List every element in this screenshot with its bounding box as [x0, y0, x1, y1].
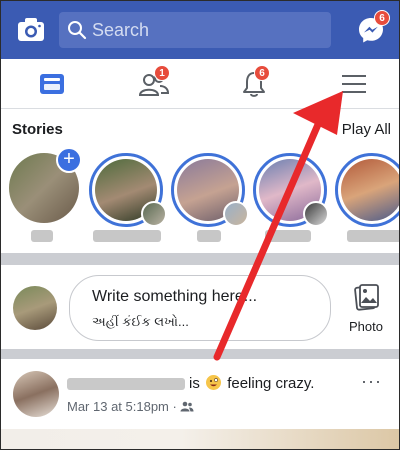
hamburger-menu-icon: [337, 75, 371, 105]
story-mini-avatar: [141, 201, 167, 227]
stories-header: Stories Play All: [1, 109, 399, 149]
post-more-options[interactable]: ···: [361, 371, 382, 392]
post-meta: Mar 13 at 5:18pm ·: [67, 399, 194, 414]
camera-icon[interactable]: [17, 17, 45, 43]
tab-bar: 1 6: [1, 59, 399, 109]
tab-friends[interactable]: 1: [137, 65, 171, 101]
bell-icon: [237, 72, 271, 105]
add-story-icon[interactable]: +: [56, 147, 82, 173]
search-placeholder: Search: [92, 20, 150, 40]
story-name-blurred: [265, 230, 311, 242]
post-header: is feeling crazy.: [67, 375, 314, 392]
story-name-blurred: [93, 230, 161, 242]
play-all-link[interactable]: Play All: [342, 121, 391, 138]
story-mini-avatar: [223, 201, 249, 227]
section-divider: [1, 253, 399, 265]
post-image[interactable]: [1, 429, 399, 449]
story-name-blurred: [31, 230, 53, 242]
tab-menu[interactable]: [337, 67, 371, 101]
feeling-crazy-emoji-icon: [206, 375, 222, 390]
search-icon: [67, 20, 87, 40]
messenger-icon: [357, 18, 385, 48]
notifications-badge: 6: [254, 65, 270, 81]
story-name-blurred: [347, 230, 399, 242]
post-timestamp[interactable]: Mar 13 at 5:18pm: [67, 399, 169, 414]
friends-audience-icon: [180, 399, 194, 414]
composer-input[interactable]: Write something here... અહીં કંઈક લખો...: [69, 275, 331, 341]
messenger-badge: 6: [374, 10, 390, 26]
photo-label: Photo: [349, 319, 383, 334]
post-author-avatar[interactable]: [13, 371, 59, 417]
post-author-name-blurred[interactable]: [67, 378, 185, 391]
composer-placeholder: Write something here...: [92, 288, 258, 305]
composer-placeholder-gujarati: અહીં કંઈક લખો...: [92, 314, 189, 329]
composer-avatar[interactable]: [13, 286, 57, 330]
story-item[interactable]: [335, 153, 399, 227]
tab-notifications[interactable]: 6: [237, 65, 271, 101]
tab-news-feed[interactable]: [35, 67, 69, 101]
photo-button[interactable]: Photo: [345, 283, 387, 335]
app-frame: Search 6 1 6 Stories Play All + Write so…: [0, 0, 400, 450]
search-bar[interactable]: Search: [59, 12, 331, 48]
post-text-feeling: feeling crazy.: [227, 375, 315, 392]
story-name-blurred: [197, 230, 221, 242]
top-bar: Search 6: [1, 1, 399, 59]
post-text-is: is: [189, 375, 200, 392]
news-feed-icon: [35, 74, 69, 105]
section-divider: [1, 349, 399, 359]
friends-icon: [137, 73, 171, 105]
messenger-button[interactable]: 6: [357, 10, 390, 44]
story-avatar: [341, 159, 399, 221]
stories-title: Stories: [12, 121, 63, 138]
photo-icon: [354, 283, 380, 316]
friends-badge: 1: [154, 65, 170, 81]
story-mini-avatar: [303, 201, 329, 227]
